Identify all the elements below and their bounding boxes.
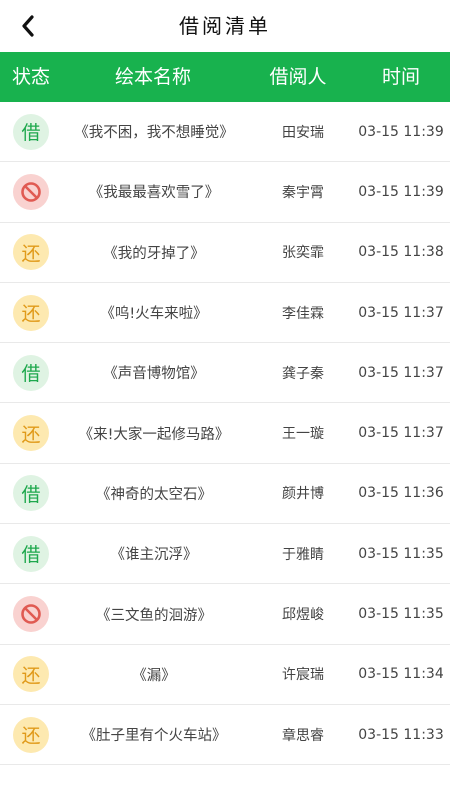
column-header-name: 绘本名称 <box>114 66 191 88</box>
status-cell: 借 <box>10 343 52 402</box>
return-badge: 还 <box>13 415 49 452</box>
borrow-badge: 借 <box>13 113 49 150</box>
table-row[interactable]: 还 《来!大家一起修马路》 王一璇 03-15 11:37 <box>0 403 450 464</box>
borrow-list: 借 《我不困，我不想睡觉》 田安瑞 03-15 11:39 《我最最喜欢雪了》 秦宇霄 03… <box>0 102 450 766</box>
borrower-name: 李佳霖 <box>282 305 324 322</box>
status-cell: 借 <box>10 102 52 161</box>
column-header-person: 借阅人 <box>269 66 327 88</box>
borrower-name: 秦宇霄 <box>282 184 324 201</box>
borrower-name: 于雅睛 <box>282 546 324 563</box>
borrower-name: 邱煜峻 <box>282 607 324 624</box>
borrow-badge: 借 <box>13 475 49 512</box>
table-row[interactable]: 还 《漏》 许宸瑞 03-15 11:34 <box>0 645 450 705</box>
cancel-badge <box>13 596 49 633</box>
borrow-time: 03-15 11:37 <box>358 425 444 442</box>
column-header-time: 时间 <box>381 66 420 88</box>
status-cell <box>10 162 52 221</box>
borrower-name: 颜井博 <box>282 486 324 503</box>
borrow-time: 03-15 11:36 <box>358 485 444 502</box>
return-badge: 还 <box>13 716 49 753</box>
book-name: 《谁主沉浮》 <box>110 547 198 564</box>
borrow-time: 03-15 11:39 <box>358 123 444 140</box>
borrow-time: 03-15 11:37 <box>358 364 444 381</box>
status-cell: 还 <box>10 283 52 342</box>
table-row[interactable]: 还 《肚子里有个火车站》 章思睿 03-15 11:33 <box>0 705 450 766</box>
top-bar: 借阅清单 <box>0 0 450 52</box>
status-cell: 借 <box>10 464 52 523</box>
return-badge: 还 <box>13 294 49 331</box>
borrow-time: 03-15 11:33 <box>358 726 444 743</box>
borrower-name: 王一璇 <box>282 426 324 443</box>
book-name: 《呜!火车来啦》 <box>100 306 208 323</box>
status-cell: 还 <box>10 645 52 704</box>
cancel-badge <box>13 173 49 210</box>
column-header-status: 状态 <box>11 66 50 88</box>
borrow-time: 03-15 11:35 <box>358 606 444 623</box>
return-badge: 还 <box>13 656 49 693</box>
book-name: 《三文鱼的洄游》 <box>96 607 212 624</box>
book-name: 《声音博物馆》 <box>103 366 205 383</box>
borrow-time: 03-15 11:34 <box>358 666 444 683</box>
table-row[interactable]: 借 《声音博物馆》 龚子秦 03-15 11:37 <box>0 343 450 404</box>
borrow-badge: 借 <box>13 354 49 391</box>
table-header: 状态 绘本名称 借阅人 时间 <box>0 52 450 102</box>
return-badge: 还 <box>13 234 49 271</box>
page-title: 借阅清单 <box>179 14 271 38</box>
borrower-name: 许宸瑞 <box>282 667 324 684</box>
table-row[interactable]: 借 《我不困，我不想睡觉》 田安瑞 03-15 11:39 <box>0 102 450 163</box>
prohibited-icon <box>21 604 41 624</box>
status-cell: 还 <box>10 403 52 462</box>
status-cell: 借 <box>10 524 52 583</box>
table-row[interactable]: 还 《我的牙掉了》 张奕霏 03-15 11:38 <box>0 223 450 283</box>
status-cell <box>10 584 52 643</box>
borrow-time: 03-15 11:39 <box>358 183 444 200</box>
table-row[interactable]: 《三文鱼的洄游》 邱煜峻 03-15 11:35 <box>0 584 450 645</box>
borrow-time: 03-15 11:35 <box>358 545 444 562</box>
borrow-time: 03-15 11:37 <box>358 304 444 321</box>
book-name: 《我不困，我不想睡觉》 <box>74 125 234 142</box>
borrow-badge: 借 <box>13 535 49 572</box>
borrower-name: 章思睿 <box>282 727 324 744</box>
book-name: 《肚子里有个火车站》 <box>81 728 227 745</box>
book-name: 《来!大家一起修马路》 <box>78 426 230 443</box>
book-name: 《神奇的太空石》 <box>96 486 212 503</box>
prohibited-icon <box>21 182 41 202</box>
table-row[interactable]: 还 《呜!火车来啦》 李佳霖 03-15 11:37 <box>0 283 450 344</box>
book-name: 《我的牙掉了》 <box>103 245 205 262</box>
borrow-time: 03-15 11:38 <box>358 244 444 261</box>
book-name: 《漏》 <box>132 667 176 684</box>
status-cell: 还 <box>10 705 52 764</box>
table-row[interactable]: 《我最最喜欢雪了》 秦宇霄 03-15 11:39 <box>0 162 450 223</box>
status-cell: 还 <box>10 223 52 282</box>
borrower-name: 田安瑞 <box>282 124 324 141</box>
book-name: 《我最最喜欢雪了》 <box>88 185 220 202</box>
borrower-name: 龚子秦 <box>282 365 324 382</box>
table-row[interactable]: 借 《谁主沉浮》 于雅睛 03-15 11:35 <box>0 524 450 585</box>
borrower-name: 张奕霏 <box>282 245 324 262</box>
table-row[interactable]: 借 《神奇的太空石》 颜井博 03-15 11:36 <box>0 464 450 525</box>
